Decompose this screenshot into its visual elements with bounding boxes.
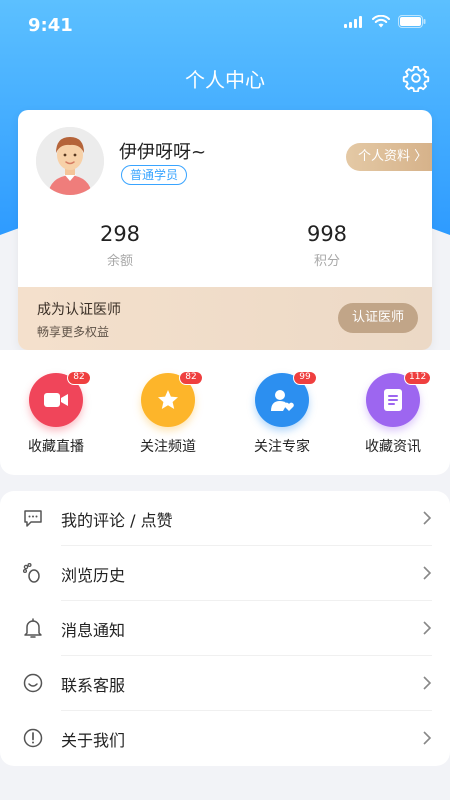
points-value: 998 <box>306 222 348 246</box>
settings-button[interactable] <box>402 64 430 93</box>
profile-details-button[interactable]: 个人资料 〉 <box>346 143 432 171</box>
comment-icon <box>24 510 42 527</box>
certification-title: 成为认证医师 <box>37 302 121 318</box>
customer-service-icon <box>23 673 43 693</box>
chevron-right-icon <box>423 621 432 635</box>
shortcut-label: 关注频道 <box>140 439 196 455</box>
signal-icon <box>344 15 362 28</box>
chevron-right-icon <box>423 566 432 580</box>
count-badge: 82 <box>179 371 203 385</box>
balance-stat[interactable]: 298 余额 <box>60 222 180 269</box>
chevron-right-icon <box>423 731 432 745</box>
certification-banner: 成为认证医师 畅享更多权益 认证医师 <box>18 287 432 350</box>
count-badge: 112 <box>404 371 432 385</box>
points-stat[interactable]: 998 积分 <box>267 222 387 269</box>
menu-item-history[interactable]: 浏览历史 <box>0 546 450 601</box>
menu-label: 我的评论 / 点赞 <box>61 511 173 530</box>
chevron-right-icon <box>423 511 432 525</box>
shortcut-followed-experts[interactable]: 99 关注专家 <box>232 371 332 456</box>
star-icon: 82 <box>141 371 203 427</box>
menu-item-comments[interactable]: 我的评论 / 点赞 <box>0 491 450 546</box>
menu-item-about-us[interactable]: 关于我们 <box>0 711 450 766</box>
video-camera-icon: 82 <box>29 371 91 427</box>
balance-label: 余额 <box>106 254 133 269</box>
profile-card: 伊伊呀呀~ 普通学员 个人资料 〉 298 余额 998 积分 成为认证医师 畅… <box>18 110 432 350</box>
menu-label: 关于我们 <box>61 731 126 750</box>
menu-list: 我的评论 / 点赞 浏览历史 消息通知 联系客服 关于我们 <box>0 491 450 766</box>
member-level-badge: 普通学员 <box>121 165 188 185</box>
shortcut-followed-channels[interactable]: 82 关注频道 <box>118 371 218 456</box>
shortcut-section: 82 收藏直播 82 关注频道 99 关注专家 112 收藏资讯 <box>0 350 450 475</box>
shortcut-label: 收藏资讯 <box>365 439 421 455</box>
expert-heart-icon: 99 <box>255 371 317 427</box>
menu-item-notifications[interactable]: 消息通知 <box>0 601 450 656</box>
page-title: 个人中心 <box>185 68 265 92</box>
chevron-right-icon <box>423 676 432 690</box>
battery-icon <box>398 15 426 28</box>
status-bar: 9:41 <box>0 0 450 50</box>
count-badge: 82 <box>67 371 91 385</box>
certify-doctor-button[interactable]: 认证医师 <box>338 303 418 333</box>
points-label: 积分 <box>313 254 340 269</box>
certification-subtitle: 畅享更多权益 <box>37 325 110 339</box>
balance-value: 298 <box>99 222 141 246</box>
user-name: 伊伊呀呀~ <box>119 142 207 163</box>
footprint-icon <box>22 562 40 583</box>
menu-label: 联系客服 <box>61 676 126 695</box>
status-time: 9:41 <box>28 15 73 36</box>
shortcut-favorite-news[interactable]: 112 收藏资讯 <box>343 371 443 456</box>
menu-label: 消息通知 <box>61 621 126 640</box>
gear-icon <box>402 65 430 93</box>
shortcut-label: 关注专家 <box>254 439 310 455</box>
bell-icon <box>24 618 42 638</box>
shortcut-favorite-live[interactable]: 82 收藏直播 <box>6 371 106 456</box>
menu-item-customer-service[interactable]: 联系客服 <box>0 656 450 711</box>
status-icons <box>344 15 426 28</box>
shortcut-label: 收藏直播 <box>28 439 84 455</box>
wifi-icon <box>372 15 390 28</box>
count-badge: 99 <box>293 371 317 385</box>
menu-label: 浏览历史 <box>61 566 126 585</box>
document-icon: 112 <box>366 371 432 427</box>
avatar[interactable] <box>36 127 104 195</box>
info-icon <box>23 728 43 748</box>
